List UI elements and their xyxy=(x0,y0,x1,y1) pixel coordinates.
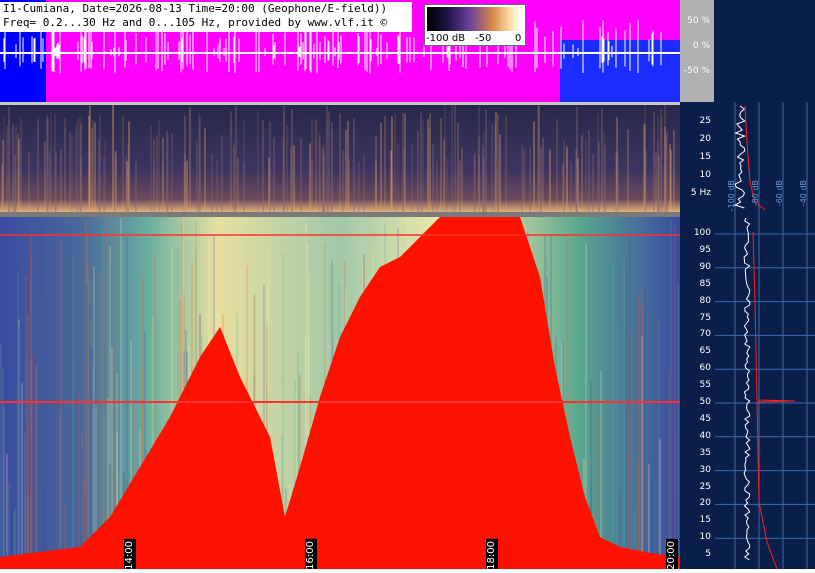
elf-spectrogram-image xyxy=(0,217,680,569)
elf-y-tick: 90 xyxy=(699,261,711,272)
title-box: I1-Cumiana, Date=2026-08-13 Time=20:00 (… xyxy=(0,2,412,32)
amp-tick: 0 % xyxy=(692,41,710,51)
amp-tick: 50 % xyxy=(687,16,710,26)
elf-y-tick: 50 xyxy=(699,397,711,407)
title-line-2: Freq= 0.2...30 Hz and 0...105 Hz, provid… xyxy=(3,16,388,29)
ulf-spectrogram-lines xyxy=(0,105,675,212)
waveform-y-axis: 50 % 0 % -50 % xyxy=(680,0,714,102)
ulf-y-tick: 25 xyxy=(699,116,711,126)
ulf-spectrogram xyxy=(0,105,680,212)
colorbar-gradient xyxy=(427,7,521,31)
elf-y-tick: 100 xyxy=(693,228,711,238)
ulf-y-tick: 10 xyxy=(699,170,711,180)
elf-y-tick: 70 xyxy=(699,329,711,340)
elf-spectrogram: 14:00 16:00 18:00 20:00 xyxy=(0,217,680,569)
elf-y-tick: 35 xyxy=(699,447,711,458)
elf-y-tick: 20 xyxy=(699,498,711,509)
elf-y-tick: 80 xyxy=(699,295,711,306)
elf-y-tick: 75 xyxy=(699,312,711,323)
time-tick: 14:00 xyxy=(124,539,136,569)
elf-y-tick: 5 xyxy=(705,549,711,560)
frequency-y-axis: 25 20 15 10 5 Hz 100 95 90 85 80 75 70 65 60 55 50 45 40… xyxy=(680,102,715,569)
elf-y-tick: 60 xyxy=(699,363,711,374)
colorbar-label: 0 xyxy=(515,33,522,44)
average-spectrum-plot xyxy=(715,102,815,570)
elf-y-tick: 30 xyxy=(699,464,711,475)
colorbar-label: -100 dB xyxy=(426,33,466,44)
elf-y-tick: 55 xyxy=(699,380,711,391)
elf-y-tick: 95 xyxy=(699,244,711,255)
ulf-y-tick: 20 xyxy=(699,134,711,144)
colorbar-legend: -100 dB -50 0 xyxy=(424,4,526,46)
elf-y-tick: 15 xyxy=(699,515,711,526)
time-tick: 16:00 xyxy=(305,539,317,569)
amp-tick: -50 % xyxy=(683,66,710,76)
elf-y-tick: 40 xyxy=(699,430,711,441)
elf-y-tick: 25 xyxy=(699,481,711,492)
time-tick: 20:00 xyxy=(666,539,678,569)
elf-y-tick: 65 xyxy=(699,346,711,357)
colorbar-label: -50 xyxy=(475,33,492,44)
spectrum-x-tick: -60 dB xyxy=(775,180,784,207)
elf-y-tick: 10 xyxy=(699,532,711,543)
elf-y-tick: 85 xyxy=(699,278,711,289)
spectrum-x-tick: -40 dB xyxy=(799,180,808,207)
elf-y-tick: 45 xyxy=(699,413,711,424)
ulf-y-tick: 5 Hz xyxy=(690,188,711,198)
ulf-y-tick: 15 xyxy=(699,152,711,162)
title-line-1: I1-Cumiana, Date=2026-08-13 Time=20:00 (… xyxy=(3,2,388,15)
time-tick: 18:00 xyxy=(486,539,498,569)
spectrum-x-tick: -80 dB xyxy=(751,180,760,207)
top-right-panel xyxy=(714,0,815,102)
average-spectrum-panel: -100 dB -80 dB -60 dB -40 dB xyxy=(715,102,815,570)
spectrum-x-tick: -100 dB xyxy=(727,180,736,212)
